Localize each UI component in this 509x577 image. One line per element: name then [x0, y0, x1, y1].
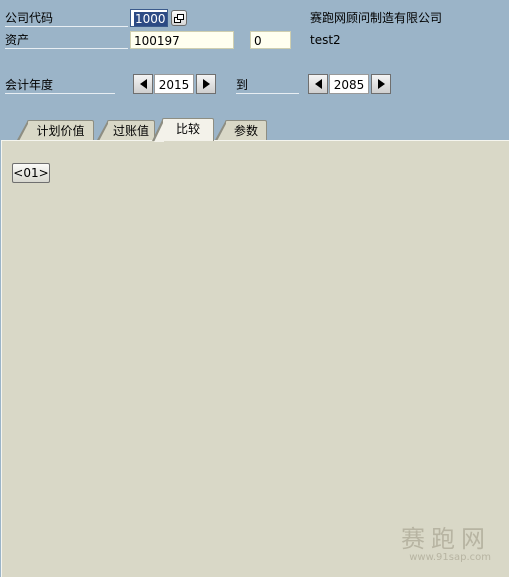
company-code-value: 1000 [134, 12, 167, 26]
tab-panel: <01> 赛跑网 www.91sap.com [1, 140, 509, 577]
fiscal-year-to-next-button[interactable] [371, 74, 391, 94]
watermark: 赛跑网 www.91sap.com [401, 519, 491, 563]
asset-label: 资产 [5, 32, 128, 49]
tab-edge-fill [99, 122, 109, 141]
tab-label: 计划价值 [36, 124, 85, 138]
arrow-left-icon [139, 79, 147, 89]
fiscal-year-from-input[interactable]: 2015 [154, 74, 194, 94]
tab-posted-values[interactable]: 过账值 [97, 120, 155, 141]
fiscal-year-from-next-button[interactable] [196, 74, 216, 94]
tab-comparison[interactable]: 比较 [152, 118, 214, 142]
possible-entries-button[interactable] [171, 10, 187, 26]
asset-subnumber-input[interactable]: 0 [250, 31, 291, 49]
company-code-input[interactable]: 1000 [130, 9, 168, 27]
arrow-left-icon [314, 79, 322, 89]
arrow-right-icon [202, 79, 210, 89]
arrow-right-icon [377, 79, 385, 89]
to-label: 到 [236, 77, 299, 94]
tab-edge-fill [217, 122, 227, 141]
watermark-url: www.91sap.com [409, 552, 491, 563]
asset-number-input[interactable]: 100197 [130, 31, 234, 49]
company-code-label: 公司代码 [5, 10, 128, 27]
tab-planned-values[interactable]: 计划价值 [17, 120, 94, 141]
tab-edge-fill [19, 122, 29, 141]
tab-edge-fill [154, 121, 164, 142]
asset-description: test2 [310, 33, 341, 47]
fiscal-year-label: 会计年度 [5, 77, 115, 94]
tab-parameters[interactable]: 参数 [215, 120, 267, 141]
fiscal-year-from-prev-button[interactable] [133, 74, 153, 94]
fiscal-year-to-prev-button[interactable] [308, 74, 328, 94]
tab-label: 比较 [175, 122, 200, 136]
fiscal-year-to-input[interactable]: 2085 [329, 74, 369, 94]
tab-label: 过账值 [112, 124, 149, 138]
value-help-icon [174, 13, 184, 23]
subscreen-01-button[interactable]: <01> [12, 163, 50, 183]
company-name: 赛跑网顾问制造有限公司 [310, 11, 443, 25]
watermark-title: 赛跑网 [401, 525, 491, 553]
tab-label: 参数 [233, 124, 258, 138]
